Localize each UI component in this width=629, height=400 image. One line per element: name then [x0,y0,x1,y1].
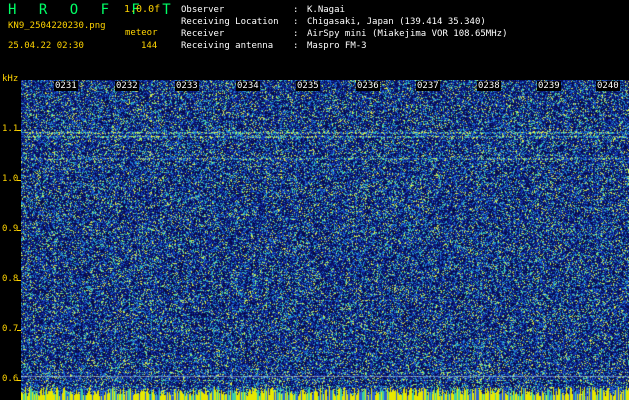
y-tick-label: 0.9 [2,224,19,234]
meta-key: Receiving antenna [181,41,274,51]
meta-key: Receiving Location [181,17,279,27]
y-tick-label: 1.0 [2,174,19,184]
meta-key: Receiver [181,29,225,39]
x-tick-label: 0240 [596,81,620,91]
y-axis-unit: kHz [2,74,19,84]
meta-row-observer: Observer: K.Nagai [181,5,345,15]
x-tick-label: 0236 [356,81,380,91]
spectrogram-canvas [21,80,629,400]
y-tick-mark [17,380,21,381]
x-tick-label: 0238 [477,81,501,91]
filename-label: KN9_2504220230.png [8,21,106,31]
metadata-block: Observer: K.Nagai Receiving Location: Ch… [181,4,507,52]
x-tick-label: 0235 [296,81,320,91]
meta-row-antenna: Receiving antenna: Maspro FM-3 [181,41,367,51]
meta-value: Maspro FM-3 [307,41,367,51]
meta-key: Observer [181,5,225,15]
mode-label: meteor [125,28,158,38]
x-tick-label: 0237 [416,81,440,91]
y-tick-mark [17,330,21,331]
header-panel: H R O F F T 1.0.0f KN9_2504220230.png me… [0,0,629,76]
version-label: 1.0.0f [124,4,161,15]
spectrogram-plot [21,80,629,400]
meta-row-receiver: Receiver: AirSpy mini (Miakejima VOR 108… [181,29,508,39]
meta-value: AirSpy mini (Miakejima VOR 108.65MHz) [307,29,508,39]
x-tick-label: 0231 [54,81,78,91]
count-label: 144 [141,41,158,51]
y-tick-mark [17,230,21,231]
meta-value: Chigasaki, Japan (139.414 35.340) [307,17,486,27]
x-tick-label: 0232 [115,81,139,91]
x-tick-label: 0239 [537,81,561,91]
meta-value: K.Nagai [307,5,345,15]
x-tick-label: 0233 [175,81,199,91]
y-tick-label: 0.6 [2,374,19,384]
y-tick-label: 1.1 [2,124,19,134]
y-tick-mark [17,180,21,181]
meta-row-location: Receiving Location: Chigasaki, Japan (13… [181,17,486,27]
y-tick-mark [17,280,21,281]
y-tick-label: 0.8 [2,274,19,284]
y-tick-mark [17,130,21,131]
y-tick-label: 0.7 [2,324,19,334]
datetime-label: 25.04.22 02:30 [8,41,84,51]
x-tick-label: 0234 [236,81,260,91]
